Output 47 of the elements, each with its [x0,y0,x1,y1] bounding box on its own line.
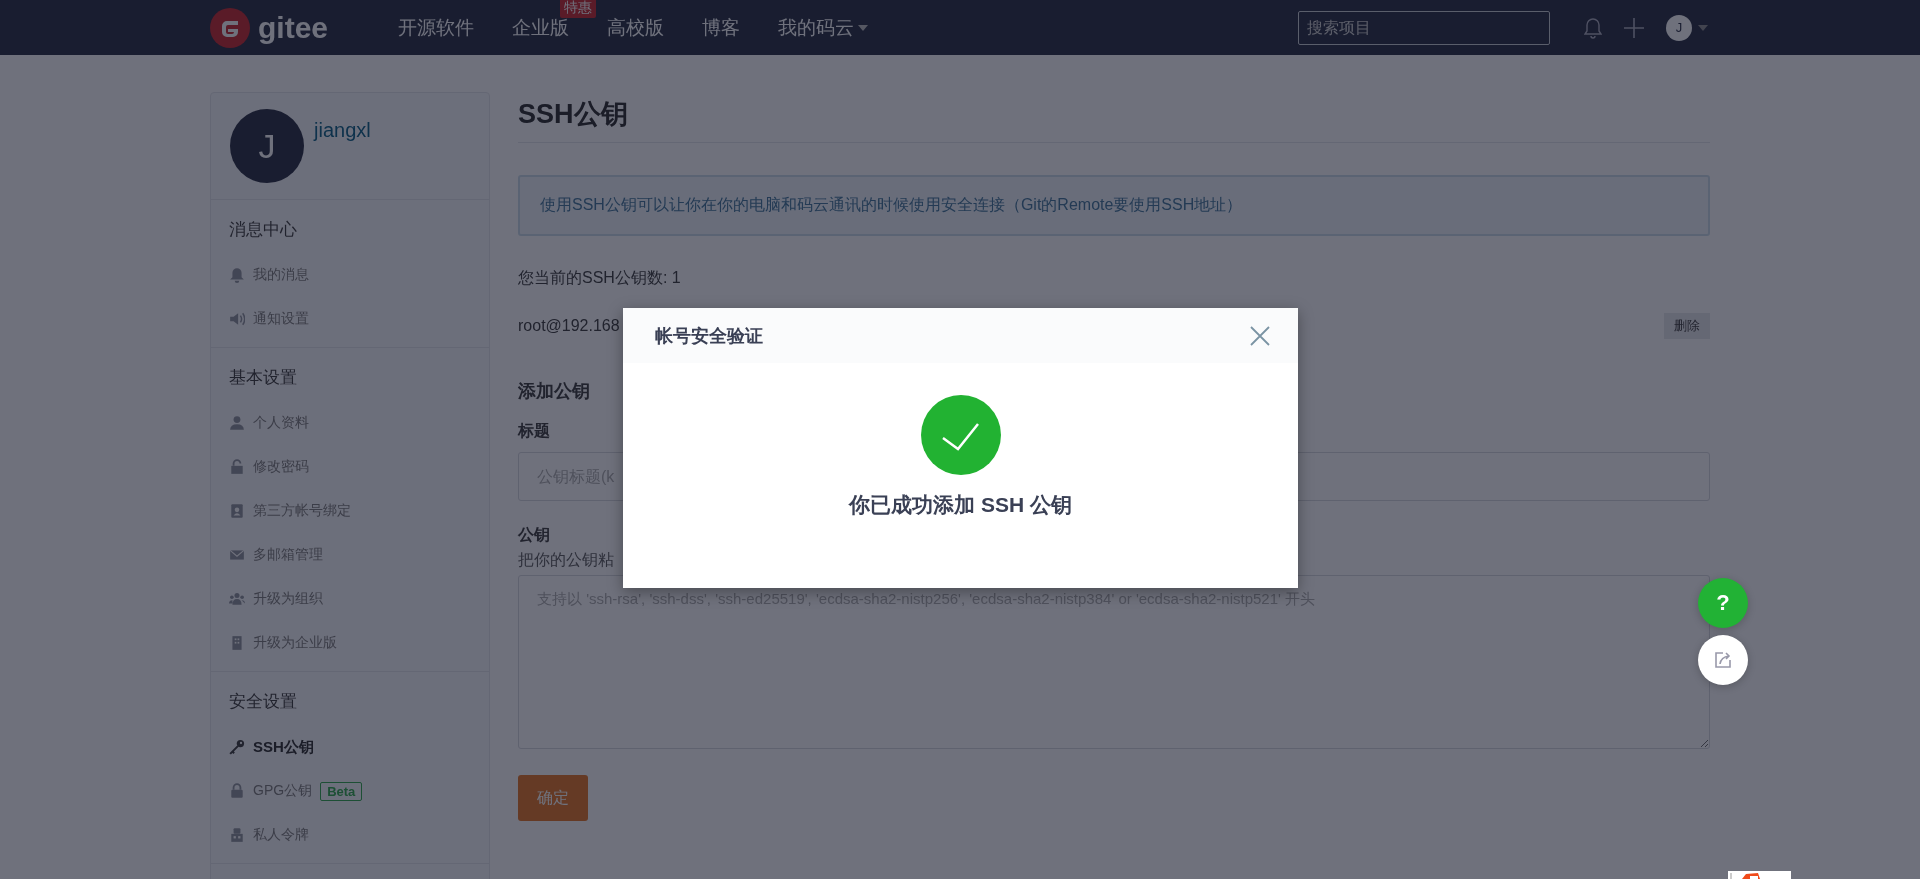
close-icon [1250,325,1270,346]
plus-icon[interactable] [1624,17,1644,38]
nav-link[interactable]: 我的码云 [778,14,869,41]
beta-badge: Beta [320,781,363,801]
section-heading: 安全设置 [229,691,298,713]
sidebar-item[interactable]: SSH公钥 [211,725,489,769]
section-heading: 添加公钥 [518,380,591,403]
section-heading: 基本设置 [229,367,298,389]
nav-link[interactable]: 高校版 [607,14,665,41]
bell-icon [229,267,245,283]
field-label: 公钥 [518,525,551,545]
unlock-icon [229,459,245,475]
user-avatar[interactable]: J [1666,14,1692,41]
close-button[interactable] [1250,325,1270,346]
success-check-icon [920,395,1001,475]
item-label: SSH公钥 [253,737,314,757]
share-button[interactable] [1698,635,1748,685]
help-button[interactable]: ? [1698,578,1748,628]
username-link[interactable]: jiangxl [314,119,371,183]
logo-icon[interactable] [210,7,250,48]
caret-icon[interactable] [1698,24,1708,31]
key-icon [229,739,245,755]
section-heading: 消息中心 [229,219,298,241]
speaker-icon [229,311,245,327]
confirm-button[interactable]: 确定 [518,775,588,821]
delete-button[interactable]: 删除 [1664,313,1710,339]
key-count: 您当前的SSH公钥数: 1 [518,268,682,288]
envelope-icon [229,547,245,563]
info-notice: 使用SSH公钥可以让你在你的电脑和码云通讯的时候使用安全连接（Git的Remote要使用SSH地址） [518,175,1710,236]
field-hint: 把你的公钥粘 [518,550,615,570]
users-icon [229,591,245,607]
field-label: 标题 [518,421,551,441]
key-name: root@192.168 [518,317,620,335]
page-title: SSH公钥 [518,96,1710,143]
building-icon [229,635,245,651]
dialog-title: 帐号安全验证 [655,324,763,348]
nav-link[interactable]: 博客 [702,14,741,41]
promo-badge: 特惠 [560,0,597,18]
brand-name: gitee [258,10,329,45]
user-icon [229,415,245,431]
share-icon [1713,650,1733,670]
bell-icon[interactable] [1584,16,1602,39]
success-message: 你已成功添加 SSH 公钥 [849,492,1072,518]
lock-icon [229,783,245,799]
user-avatar[interactable]: J [230,109,304,183]
nav-link[interactable]: 开源软件 [398,14,475,41]
contact-card-icon [229,503,245,519]
